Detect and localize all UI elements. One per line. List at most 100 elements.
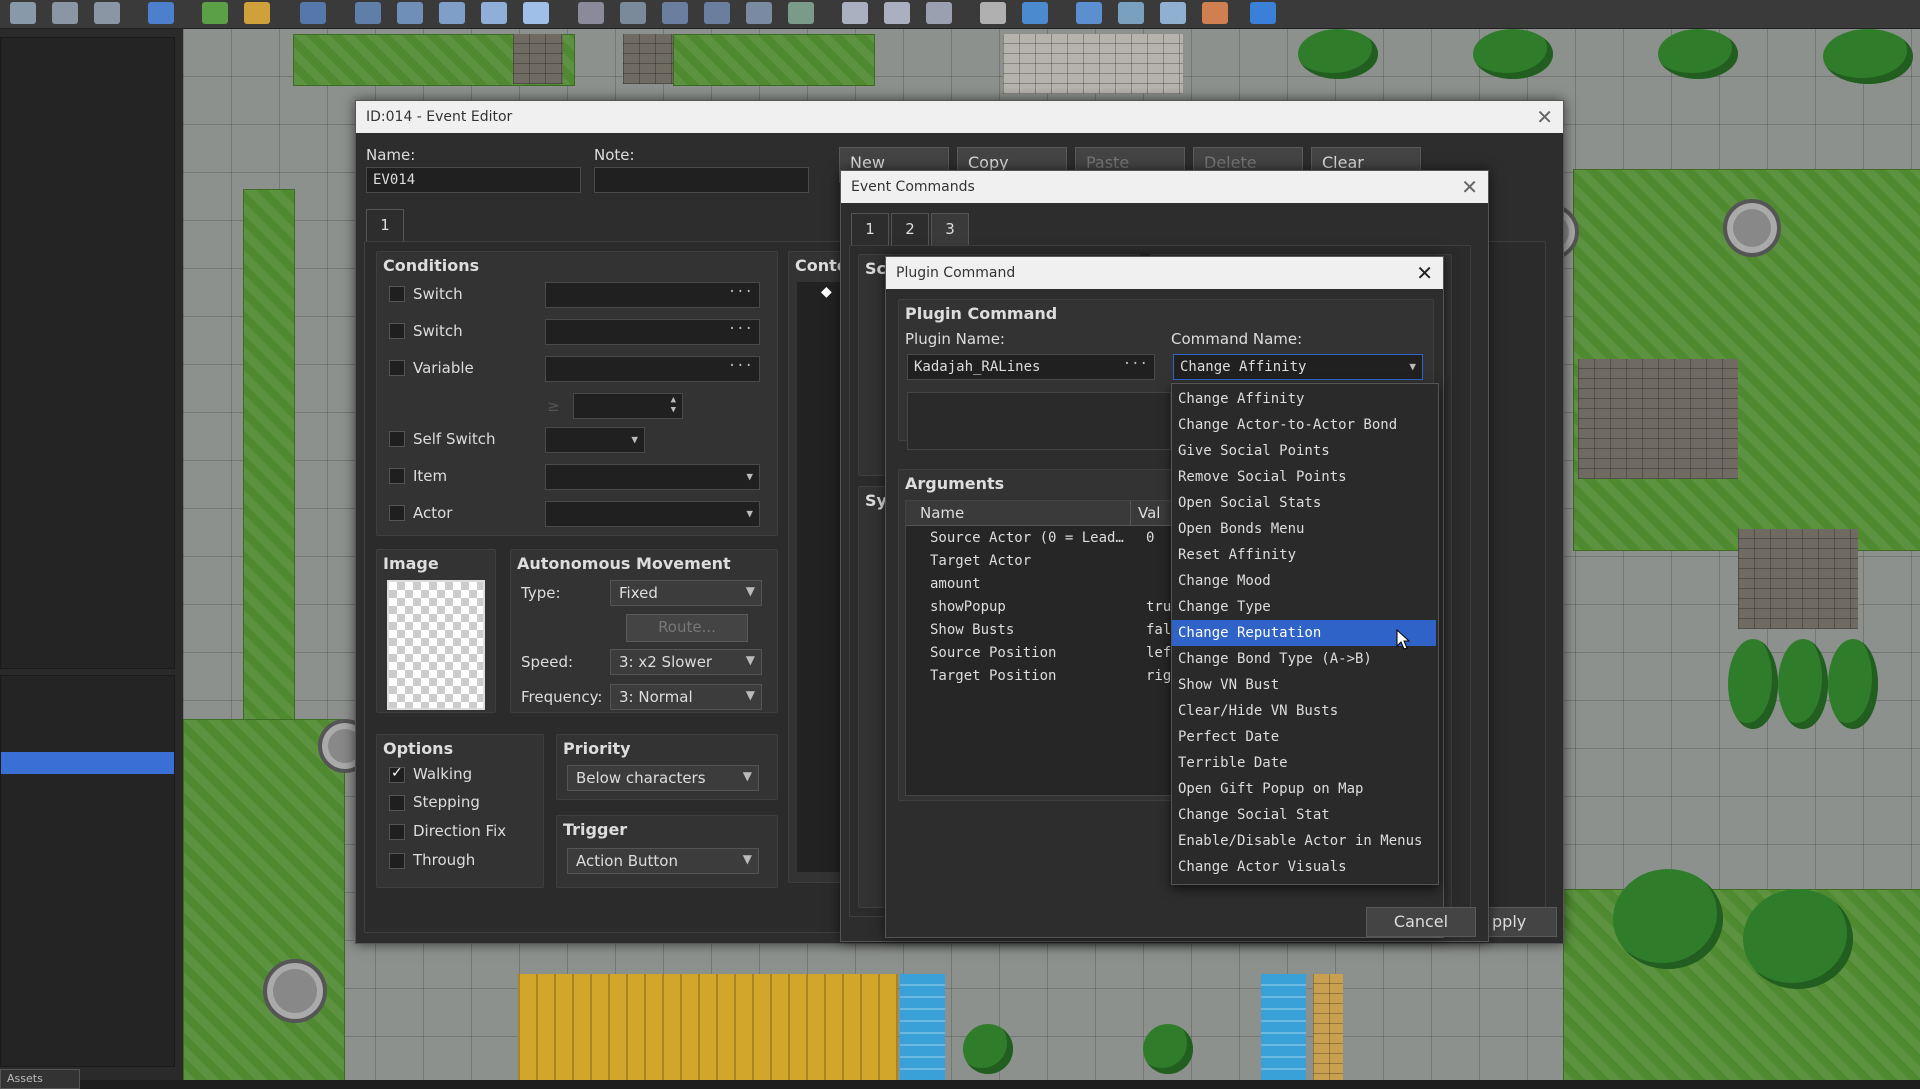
direction-fix-checkbox[interactable] [389,824,405,840]
plugin-manager-icon[interactable] [1022,2,1048,24]
actor-checkbox[interactable] [389,505,405,521]
variable-checkbox[interactable] [389,360,405,376]
dropdown-option-reset-affinity[interactable]: Reset Affinity [1172,542,1436,568]
movement-type-select[interactable]: Fixed ▼ [610,580,762,606]
image-title: Image [383,554,439,573]
dropdown-option-change-actor-bond[interactable]: Change Actor-to-Actor Bond [1172,412,1436,438]
conditions-title: Conditions [383,256,480,275]
dropdown-option-remove-social-points[interactable]: Remove Social Points [1172,464,1436,490]
assets-tab[interactable]: Assets [0,1069,80,1089]
fill-icon[interactable] [746,2,772,24]
cut-icon[interactable] [10,2,36,24]
options-panel: Options Walking Stepping Direction Fix T… [376,734,544,888]
resource-manager-icon[interactable] [1160,2,1186,24]
dropdown-option-change-mood[interactable]: Change Mood [1172,568,1436,594]
event-page-tab-1[interactable]: 1 [366,209,404,241]
stepping-checkbox[interactable] [389,795,405,811]
map-tree[interactable] [0,675,175,1067]
item-checkbox[interactable] [389,468,405,484]
through-label: Through [413,851,476,869]
autonomous-movement-panel: Autonomous Movement Type: Fixed ▼ Route..… [510,549,778,713]
switch-2-label: Switch [413,322,463,340]
tileset-palette[interactable] [0,37,175,669]
switch-2-field[interactable]: ··· [545,319,760,345]
image-panel: Image [376,549,496,713]
copy-icon[interactable] [52,2,78,24]
dropdown-option-perfect-date[interactable]: Perfect Date [1172,724,1436,750]
pencil-icon[interactable] [578,2,604,24]
layer-4-icon[interactable] [481,2,507,24]
shadow-pen-icon[interactable] [788,2,814,24]
commands-group-2-title: Sy [865,491,887,510]
dropdown-option-change-actor-visuals[interactable]: Change Actor Visuals [1172,854,1436,880]
trigger-select[interactable]: Action Button ▼ [567,848,759,874]
switch-2-checkbox[interactable] [389,323,405,339]
region-mode-icon[interactable] [300,2,326,24]
playtest-icon[interactable] [1250,2,1276,24]
event-searcher-icon[interactable] [1118,2,1144,24]
event-commands-tab-3[interactable]: 3 [931,213,969,245]
zoom-out-icon[interactable] [884,2,910,24]
map-tree-selected-item[interactable] [1,752,174,774]
route-button[interactable]: Route... [626,614,748,642]
self-switch-select[interactable]: ▼ [545,427,645,453]
variable-field[interactable]: ··· [545,356,760,382]
plugin-cancel-button[interactable]: Cancel [1366,907,1476,937]
self-switch-checkbox[interactable] [389,431,405,447]
dropdown-option-open-social-stats[interactable]: Open Social Stats [1172,490,1436,516]
zoom-actual-icon[interactable] [926,2,952,24]
character-generator-icon[interactable] [1202,2,1228,24]
layer-1-icon[interactable] [355,2,381,24]
sound-test-icon[interactable] [1076,2,1102,24]
paste-icon[interactable] [94,2,120,24]
layer-2-icon[interactable] [397,2,423,24]
column-header-name[interactable]: Name [920,504,964,522]
through-checkbox[interactable] [389,853,405,869]
column-header-value[interactable]: Val [1138,504,1160,522]
dropdown-option-change-affinity[interactable]: Change Affinity [1172,386,1436,412]
item-select[interactable]: ▼ [545,464,760,490]
dropdown-option-enable-disable-actor[interactable]: Enable/Disable Actor in Menus [1172,828,1436,854]
event-name-field[interactable]: EV014 [366,167,581,193]
dropdown-option-terrible-date[interactable]: Terrible Date [1172,750,1436,776]
layer-auto-icon[interactable] [523,2,549,24]
dropdown-option-open-bonds-menu[interactable]: Open Bonds Menu [1172,516,1436,542]
apply-button[interactable]: pply [1481,907,1557,937]
command-name-select[interactable]: Change Affinity ▼ [1173,354,1423,380]
priority-title: Priority [563,739,631,758]
actor-select[interactable]: ▼ [545,501,760,527]
rectangle-icon[interactable] [662,2,688,24]
dropdown-option-show-vn-bust[interactable]: Show VN Bust [1172,672,1436,698]
event-commands-title: Event Commands [851,179,975,195]
map-mode-icon[interactable] [202,2,228,24]
dropdown-option-give-social-points[interactable]: Give Social Points [1172,438,1436,464]
dropdown-option-open-gift-popup[interactable]: Open Gift Popup on Map [1172,776,1436,802]
event-mode-icon[interactable] [244,2,270,24]
variable-value-stepper[interactable]: ▲ ▼ [573,393,683,419]
switch-1-checkbox[interactable] [389,286,405,302]
priority-select[interactable]: Below characters ▼ [567,765,759,791]
ellipse-icon[interactable] [704,2,730,24]
event-editor-close-icon[interactable]: ✕ [1536,105,1553,129]
walking-checkbox[interactable] [389,765,405,783]
switch-1-field[interactable]: ··· [545,282,760,308]
event-commands-tab-1[interactable]: 1 [851,213,889,245]
item-label: Item [413,467,448,485]
movement-type-label: Type: [521,584,561,602]
plugin-name-field[interactable]: Kadajah_RALines ··· [907,354,1155,380]
event-image-preview[interactable] [387,580,485,710]
eraser-icon[interactable] [620,2,646,24]
event-commands-tab-2[interactable]: 2 [891,213,929,245]
event-note-field[interactable] [594,167,809,193]
plugin-command-close-icon[interactable]: ✕ [1416,261,1433,285]
movement-speed-select[interactable]: 3: x2 Slower ▼ [610,649,762,675]
dropdown-option-clear-vn-busts[interactable]: Clear/Hide VN Busts [1172,698,1436,724]
dropdown-option-change-social-stat[interactable]: Change Social Stat [1172,802,1436,828]
layer-3-icon[interactable] [439,2,465,24]
event-commands-close-icon[interactable]: ✕ [1461,175,1478,199]
undo-icon[interactable] [148,2,174,24]
zoom-in-icon[interactable] [842,2,868,24]
dropdown-option-change-type[interactable]: Change Type [1172,594,1436,620]
movement-frequency-select[interactable]: 3: Normal ▼ [610,684,762,710]
database-icon[interactable] [980,2,1006,24]
